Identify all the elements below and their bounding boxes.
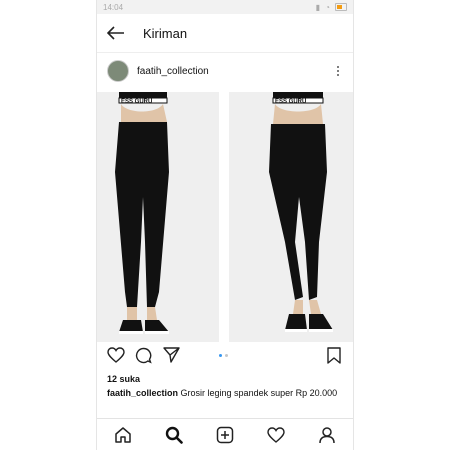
caption-text: Grosir leging spandek super Rp 20.000 xyxy=(180,388,338,398)
image-panel-left: ESS GURU xyxy=(97,92,219,342)
search-icon[interactable] xyxy=(162,423,186,447)
avatar[interactable] xyxy=(107,60,129,82)
signal-icon: ▮ xyxy=(315,2,321,12)
image-panel-right: ESS GURU xyxy=(229,92,353,342)
activity-heart-icon[interactable] xyxy=(264,423,288,447)
right-band-text: ESS GURU xyxy=(275,99,306,105)
more-options-icon[interactable] xyxy=(333,66,343,76)
comment-icon[interactable] xyxy=(135,347,152,369)
carousel-indicator xyxy=(219,354,228,357)
phone-screen: 14:04 ▮ ◔ Kiriman faatih_collection ESS … xyxy=(97,0,353,450)
post-header: faatih_collection xyxy=(97,53,353,89)
top-bar: Kiriman xyxy=(97,14,353,53)
battery-icon xyxy=(335,3,347,11)
profile-icon[interactable] xyxy=(315,423,339,447)
like-count[interactable]: 12 suka xyxy=(107,374,140,384)
status-time: 14:04 xyxy=(103,2,124,12)
caption-username[interactable]: faatih_collection xyxy=(107,388,178,398)
carousel-dot xyxy=(225,354,228,357)
post-caption: faatih_collection Grosir leging spandek … xyxy=(107,387,343,399)
add-post-icon[interactable] xyxy=(213,423,237,447)
bottom-navigation xyxy=(97,418,353,450)
status-indicators: ▮ ◔ xyxy=(316,3,347,12)
heart-icon[interactable] xyxy=(107,347,125,368)
bookmark-icon[interactable] xyxy=(327,347,341,369)
page-title: Kiriman xyxy=(143,25,188,41)
wifi-icon: ◔ xyxy=(325,2,330,12)
back-arrow-icon[interactable] xyxy=(105,22,127,44)
post-image[interactable]: ESS GURU ESS GURU xyxy=(97,92,353,342)
status-bar: 14:04 ▮ ◔ xyxy=(97,0,353,14)
post-username[interactable]: faatih_collection xyxy=(137,66,333,77)
send-icon[interactable] xyxy=(163,347,180,368)
left-band-text: ESS GURU xyxy=(121,99,152,105)
post-actions xyxy=(97,344,353,368)
carousel-dot-active xyxy=(219,354,222,357)
home-icon[interactable] xyxy=(111,423,135,447)
